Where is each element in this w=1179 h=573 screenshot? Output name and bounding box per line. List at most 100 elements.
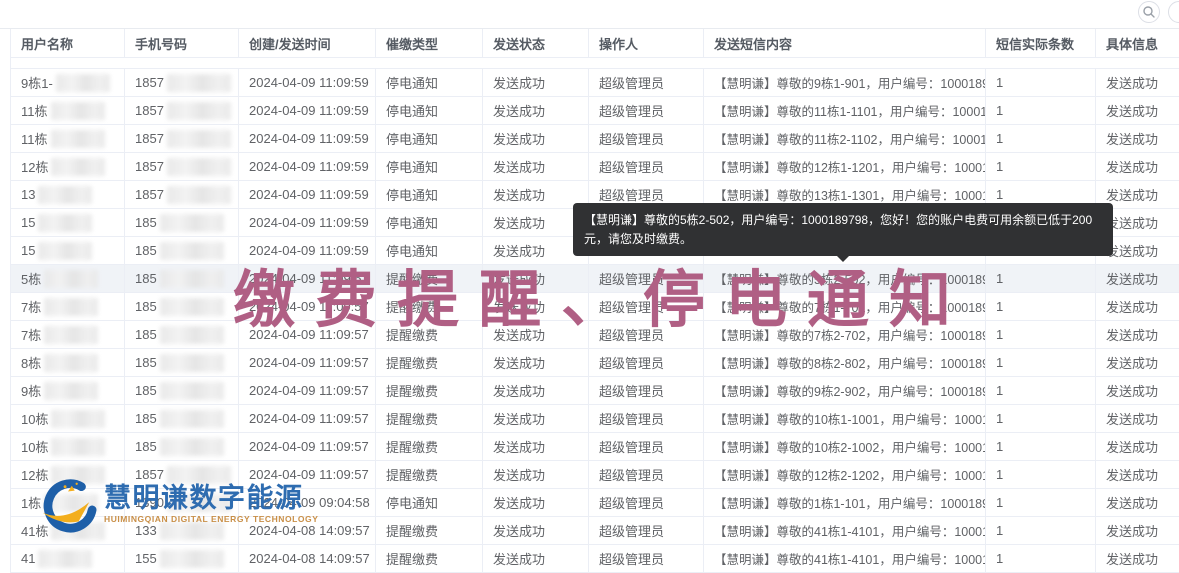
table-row[interactable]: 1栋 1390 2024-04-09 09:04:58 停电通知 发送成功 超级…: [11, 489, 1179, 517]
redaction-mask: [160, 550, 224, 568]
search-button[interactable]: [1138, 1, 1160, 23]
cell-phone: 1857: [125, 153, 239, 180]
redaction-mask: [160, 270, 224, 288]
cell-operator: 超级管理员: [589, 265, 704, 292]
redaction-mask: [38, 242, 92, 260]
table-row[interactable]: 7栋 185 2024-04-09 11:09:57 提醒缴费 发送成功 超级管…: [11, 293, 1179, 321]
redaction-mask: [44, 494, 98, 512]
cell-sms-content[interactable]: 【慧明谦】尊敬的10栋2-1002，用户编号：10001898...: [704, 433, 986, 460]
cell-user-name: 1栋: [11, 489, 125, 516]
cell-phone: 1857: [125, 181, 239, 208]
cell-user-name: 15: [11, 237, 125, 264]
cell-sms-content[interactable]: 【慧明谦】尊敬的7栋1-701，用户编号：1000189801...: [704, 293, 986, 320]
cell-sms-content[interactable]: 【慧明谦】尊敬的11栋2-1102，用户编号：10001898...: [704, 125, 986, 152]
cell-phone: 185: [125, 349, 239, 376]
redaction-mask: [160, 298, 224, 316]
redaction-mask: [51, 438, 105, 456]
cell-operator: 超级管理员: [589, 433, 704, 460]
cell-phone: 133: [125, 517, 239, 544]
cell-send-status: 发送成功: [483, 125, 589, 152]
cell-send-time: 2024-04-09 11:09:59: [239, 97, 376, 124]
cell-reminder-type: 停电通知: [376, 125, 483, 152]
table-row[interactable]: 10栋 185 2024-04-09 11:09:57 提醒缴费 发送成功 超级…: [11, 433, 1179, 461]
cell-send-time: 2024-04-09 11:09:57: [239, 293, 376, 320]
cell-send-status: 发送成功: [483, 153, 589, 180]
cell-sms-content[interactable]: 【慧明谦】尊敬的12栋1-1201，用户编号：10001898...: [704, 153, 986, 180]
cell-sms-content[interactable]: 【慧明谦】尊敬的7栋2-702，用户编号：1000189802...: [704, 321, 986, 348]
cell-sms-count: 1: [986, 405, 1096, 432]
table-row[interactable]: 12栋 1857 2024-04-09 11:09:57 提醒缴费 发送成功 超…: [11, 461, 1179, 489]
table-row[interactable]: 12栋 1857 2024-04-09 11:09:59 停电通知 发送成功 超…: [11, 153, 1179, 181]
cell-operator: 超级管理员: [589, 321, 704, 348]
cell-send-time: 2024-04-09 11:09:57: [239, 265, 376, 292]
sms-content-tooltip: 【慧明谦】尊敬的5栋2-502，用户编号：1000189798，您好！您的账户电…: [573, 203, 1113, 256]
table-row[interactable]: 9栋 185 2024-04-09 11:09:57 提醒缴费 发送成功 超级管…: [11, 377, 1179, 405]
cell-detail-info: 发送成功: [1096, 517, 1179, 544]
cell-sms-count: 1: [986, 461, 1096, 488]
cell-reminder-type: 停电通知: [376, 237, 483, 264]
cell-send-time: 2024-04-09 11:09:59: [239, 125, 376, 152]
cell-send-time: 2024-04-09 11:09:57: [239, 377, 376, 404]
cell-user-name: 10栋: [11, 405, 125, 432]
cell-send-status: 发送成功: [483, 433, 589, 460]
top-bar: [0, 0, 1179, 29]
cell-phone: 185: [125, 237, 239, 264]
cell-sms-content[interactable]: 【慧明谦】尊敬的10栋1-1001，用户编号：10001898...: [704, 405, 986, 432]
cell-send-status: 发送成功: [483, 461, 589, 488]
cell-user-name: 15: [11, 209, 125, 236]
cell-reminder-type: 停电通知: [376, 69, 483, 96]
cell-operator: 超级管理员: [589, 461, 704, 488]
cell-sms-content[interactable]: 【慧明谦】尊敬的5栋2-502，用户编号：1000189798...: [704, 265, 986, 292]
cell-reminder-type: 提醒缴费: [376, 377, 483, 404]
cell-sms-count: 1: [986, 265, 1096, 292]
cell-user-name: 9栋1-: [11, 69, 125, 96]
cell-sms-content[interactable]: 【慧明谦】尊敬的8栋2-802，用户编号：1000189804...: [704, 349, 986, 376]
table-row[interactable]: 7栋 185 2024-04-09 11:09:57 提醒缴费 发送成功 超级管…: [11, 321, 1179, 349]
table-row[interactable]: 10栋 185 2024-04-09 11:09:57 提醒缴费 发送成功 超级…: [11, 405, 1179, 433]
redaction-mask: [56, 74, 110, 92]
cell-detail-info: 发送成功: [1096, 293, 1179, 320]
redaction-mask: [160, 354, 224, 372]
cell-sms-content[interactable]: 【慧明谦】尊敬的11栋1-1101，用户编号：10001898...: [704, 97, 986, 124]
cell-send-time: 2024-04-09 11:09:57: [239, 433, 376, 460]
table-row[interactable]: 9栋1- 1857 2024-04-09 11:09:59 停电通知 发送成功 …: [11, 69, 1179, 97]
partial-circle-button[interactable]: [1168, 1, 1179, 23]
redaction-mask: [160, 438, 224, 456]
cell-reminder-type: 提醒缴费: [376, 405, 483, 432]
cell-sms-count: 1: [986, 433, 1096, 460]
cell-sms-content[interactable]: 【慧明谦】尊敬的9栋1-901，用户编号：1000189805...: [704, 69, 986, 96]
redaction-mask: [51, 130, 105, 148]
cell-sms-content[interactable]: 【慧明谦】尊敬的12栋2-1202，用户编号：10001898...: [704, 461, 986, 488]
table-row[interactable]: 5栋 185 2024-04-09 11:09:57 提醒缴费 发送成功 超级管…: [11, 265, 1179, 293]
cell-send-time: 2024-04-09 11:09:59: [239, 237, 376, 264]
cell-send-time: 2024-04-09 11:09:57: [239, 349, 376, 376]
table-row[interactable]: 8栋 185 2024-04-09 11:09:57 提醒缴费 发送成功 超级管…: [11, 349, 1179, 377]
table-row[interactable]: 11栋 1857 2024-04-09 11:09:59 停电通知 发送成功 超…: [11, 97, 1179, 125]
cell-send-status: 发送成功: [483, 69, 589, 96]
cell-operator: 超级管理员: [589, 97, 704, 124]
cell-send-status: 发送成功: [483, 489, 589, 516]
cell-detail-info: 发送成功: [1096, 433, 1179, 460]
cell-user-name: 41: [11, 545, 125, 572]
cell-sms-content[interactable]: 【慧明谦】尊敬的9栋2-902，用户编号：1000189806...: [704, 377, 986, 404]
cell-sms-content[interactable]: 【慧明谦】尊敬的1栋1-101，用户编号：1000189792...: [704, 489, 986, 516]
cell-phone: 1857: [125, 125, 239, 152]
cell-detail-info: 发送成功: [1096, 69, 1179, 96]
redaction-mask: [160, 326, 224, 344]
cell-detail-info: 发送成功: [1096, 461, 1179, 488]
cell-send-time: 2024-04-09 11:09:57: [239, 461, 376, 488]
table-row[interactable]: 11栋 1857 2024-04-09 11:09:59 停电通知 发送成功 超…: [11, 125, 1179, 153]
redaction-mask: [38, 186, 92, 204]
cell-sms-content[interactable]: 【慧明谦】尊敬的41栋1-4101，用户编号：10001898...: [704, 517, 986, 544]
cell-sms-content[interactable]: 【慧明谦】尊敬的41栋1-4101，用户编号：10001898...: [704, 545, 986, 572]
table-row[interactable]: 41 155 2024-04-08 14:09:57 提醒缴费 发送成功 超级管…: [11, 545, 1179, 573]
column-header: 催缴类型: [376, 29, 483, 57]
column-header: 发送状态: [483, 29, 589, 57]
redaction-mask: [51, 410, 105, 428]
cell-user-name: 9栋: [11, 377, 125, 404]
cell-user-name: 5栋: [11, 265, 125, 292]
redaction-mask: [44, 354, 98, 372]
cell-user-name: 11栋: [11, 125, 125, 152]
redaction-mask: [167, 102, 231, 120]
table-row[interactable]: 41栋 133 2024-04-08 14:09:57 提醒缴费 发送成功 超级…: [11, 517, 1179, 545]
